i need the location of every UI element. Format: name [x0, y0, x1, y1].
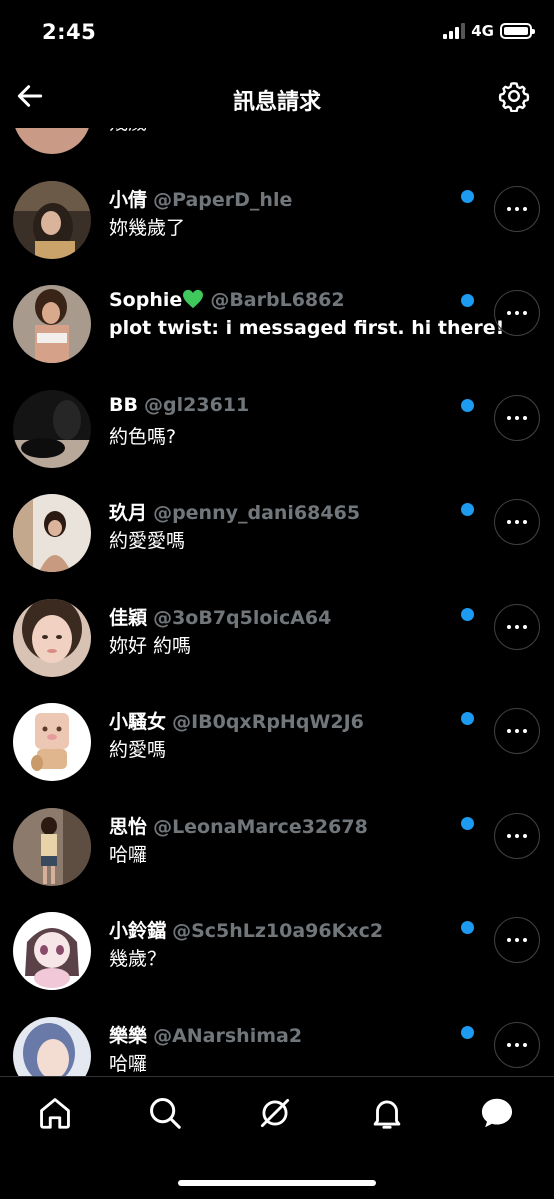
sender-handle: @gl23611 [144, 393, 250, 416]
sender-line: 佳穎 @3oB7q5loicA64 [109, 603, 331, 630]
unread-dot [461, 921, 474, 934]
sender-handle: @IB0qxRpHqW2J6 [172, 711, 364, 733]
sender-name: 小騷女 [109, 711, 167, 733]
more-options-button[interactable] [494, 603, 540, 650]
status-time: 2:45 [42, 20, 97, 44]
avatar [13, 598, 91, 677]
gear-icon[interactable] [498, 80, 530, 113]
unread-dot [461, 712, 474, 725]
spaces-icon[interactable] [256, 1094, 294, 1132]
message-preview: 哈囉 [109, 1052, 148, 1075]
avatar [13, 128, 91, 154]
unread-dot [461, 503, 474, 516]
list-item[interactable]: Sophie @BarbL6862 plot twist: i messaged… [0, 267, 554, 372]
status-indicators: 4G [443, 22, 535, 40]
sender-handle: @ANarshima2 [153, 1024, 303, 1047]
more-options-button[interactable] [494, 185, 540, 232]
sender-name: 小鈴鐺 [109, 920, 167, 942]
list-item[interactable]: BB @gl23611 約色嗎? [0, 372, 554, 477]
more-options-button[interactable] [494, 394, 540, 441]
more-options-button[interactable] [494, 708, 540, 754]
list-item[interactable]: 小倩 @PaperD_hle 妳幾歲了 [0, 163, 554, 268]
unread-dot [461, 189, 474, 203]
sender-handle: @BarbL6862 [210, 289, 345, 311]
avatar [13, 912, 91, 990]
avatar [13, 389, 91, 468]
unread-dot [461, 294, 474, 307]
message-preview: 幾歲？ [109, 948, 167, 970]
search-icon[interactable] [146, 1094, 184, 1132]
header: 訊息請求 [0, 66, 554, 128]
sender-line: 小鈴鐺 @Sc5hLz10a96Kxc2 [109, 916, 383, 943]
unread-dot [461, 398, 474, 412]
avatar [13, 285, 91, 363]
unread-dot [461, 1025, 474, 1039]
sender-name: 思怡 [109, 815, 148, 838]
list-item[interactable]: 小騷女 @IB0qxRpHqW2J6 約愛嗎 [0, 685, 554, 790]
sender-line: BB @gl23611 [109, 394, 249, 416]
page-title: 訊息請求 [232, 90, 321, 115]
sender-line: 樂樂 @ANarshima2 [109, 1021, 302, 1048]
list-item[interactable]: 佳穎 @3oB7q5loicA64 妳好 約嗎 [0, 581, 554, 686]
home-indicator[interactable] [178, 1180, 376, 1186]
list-item[interactable]: 樂樂 @ANarshima2 哈囉 [0, 999, 554, 1076]
green-heart-icon [182, 289, 204, 309]
more-options-button[interactable] [494, 812, 540, 859]
messages-icon[interactable] [478, 1094, 516, 1132]
more-options-button[interactable] [494, 499, 540, 545]
message-requests-list[interactable]: 幾歲 小倩 @PaperD_hle 妳幾歲了 Sophie @BarbL6862 [0, 128, 554, 1076]
sender-line: 小倩 @PaperD_hle [109, 185, 292, 212]
message-preview: 約愛嗎 [109, 739, 167, 761]
more-options-button[interactable] [494, 917, 540, 963]
list-item[interactable]: 思怡 @LeonaMarce32678 哈囉 [0, 790, 554, 895]
more-options-button[interactable] [494, 290, 540, 336]
avatar [13, 1016, 91, 1076]
sender-line: 思怡 @LeonaMarce32678 [109, 812, 368, 839]
sender-name: BB [109, 393, 138, 416]
sender-line: 玖月 @penny_dani68465 [109, 498, 360, 525]
list-item[interactable]: 玖月 @penny_dani68465 約愛愛嗎 [0, 476, 554, 581]
list-item[interactable]: 幾歲 [0, 128, 554, 163]
battery-icon [500, 23, 535, 39]
sender-handle: @3oB7q5loicA64 [153, 606, 332, 629]
sender-name: 佳穎 [109, 606, 148, 629]
sender-name: 樂樂 [109, 1024, 148, 1047]
signal-icon [443, 23, 466, 39]
sender-line: 小騷女 @IB0qxRpHqW2J6 [109, 707, 364, 734]
sender-handle: @PaperD_hle [153, 188, 293, 211]
status-bar: 2:45 4G [0, 0, 554, 66]
avatar [13, 494, 91, 572]
more-options-button[interactable] [494, 1021, 540, 1068]
message-preview: 妳幾歲了 [109, 216, 186, 239]
sender-name: Sophie [109, 289, 183, 311]
message-preview: 幾歲 [109, 128, 147, 135]
sender-name: 玖月 [109, 502, 148, 524]
unread-dot [461, 816, 474, 830]
unread-dot [461, 607, 474, 621]
avatar [13, 703, 91, 781]
avatar [13, 180, 91, 259]
notifications-icon[interactable] [368, 1094, 406, 1132]
sender-handle: @penny_dani68465 [153, 502, 361, 524]
home-icon[interactable] [36, 1094, 74, 1132]
list-item[interactable]: 小鈴鐺 @Sc5hLz10a96Kxc2 幾歲？ [0, 894, 554, 999]
message-preview: 約色嗎? [109, 425, 177, 448]
avatar [13, 807, 91, 886]
message-preview: 約愛愛嗎 [109, 530, 186, 552]
sender-line: Sophie @BarbL6862 [109, 289, 345, 311]
message-preview: 妳好 約嗎 [109, 634, 192, 657]
message-preview: plot twist: i messaged first. hi there! [109, 317, 505, 339]
sender-handle: @Sc5hLz10a96Kxc2 [172, 920, 384, 942]
network-label: 4G [471, 22, 494, 40]
message-preview: 哈囉 [109, 843, 148, 866]
sender-name: 小倩 [109, 188, 148, 211]
sender-handle: @LeonaMarce32678 [153, 815, 368, 838]
